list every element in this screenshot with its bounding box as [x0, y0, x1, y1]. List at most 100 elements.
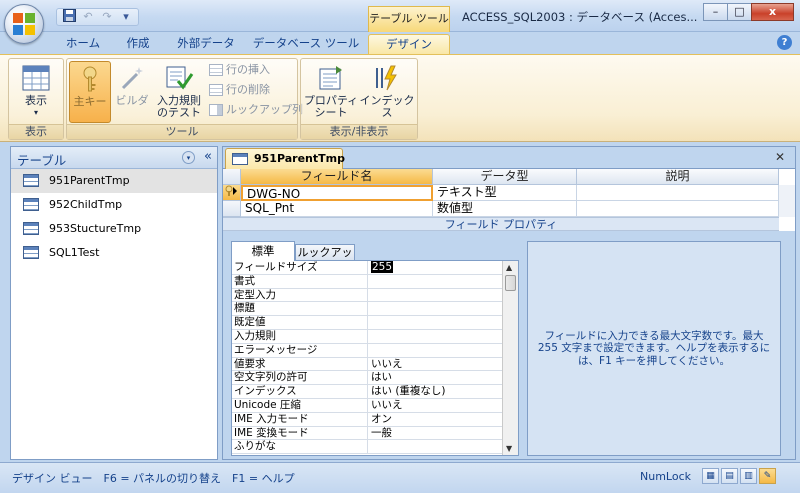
field-grid-scrollbar[interactable] — [778, 185, 795, 217]
pivot-table-view-icon[interactable]: ▤ — [721, 468, 738, 484]
lightning-index-icon — [376, 65, 397, 91]
field-grid: フィールド名 データ型 説明 DWG-NO テキスト型 SQL_Pnt 数値型 — [223, 169, 795, 217]
nav-item-label: 952ChildTmp — [49, 198, 123, 211]
property-row-validation-rule[interactable]: 入力規則 — [232, 329, 518, 344]
nav-item-951parenttmp[interactable]: 951ParentTmp — [11, 169, 217, 193]
design-view-icon[interactable]: ✎ — [759, 468, 776, 484]
access-window: ↶ ↷ ▾ テーブル ツール ACCESS_SQL2003 : データベース (… — [0, 0, 800, 493]
contextual-tab-label: テーブル ツール — [368, 6, 450, 32]
tab-home[interactable]: ホーム — [58, 34, 108, 54]
field-size-value[interactable]: 255 — [371, 261, 394, 273]
nav-title: テーブル — [17, 153, 67, 168]
insert-rows-label: 行の挿入 — [226, 63, 270, 76]
wand-icon — [121, 67, 143, 90]
table-icon — [23, 246, 39, 259]
status-text: デザイン ビュー F6 = パネルの切り替え F1 = ヘルプ — [12, 472, 295, 485]
builder-button[interactable]: ビルダ — [113, 61, 151, 123]
document-tab-951parenttmp[interactable]: 951ParentTmp — [225, 148, 345, 170]
title-bar: ↶ ↷ ▾ テーブル ツール ACCESS_SQL2003 : データベース (… — [0, 0, 800, 32]
ribbon-group-tools: 主キー ビルダ 入力規則 のテスト 行の挿入 行の削除 ルックアップ列 ツール — [66, 58, 303, 140]
primary-key-button[interactable]: 主キー — [69, 61, 111, 123]
lookup-column-button[interactable]: ルックアップ列 — [209, 101, 303, 119]
undo-icon[interactable]: ↶ — [80, 10, 96, 24]
property-row-required[interactable]: 値要求 いいえ — [232, 357, 518, 372]
close-icon[interactable]: ✕ — [775, 150, 785, 164]
table-icon — [23, 222, 39, 235]
close-button[interactable]: x — [751, 3, 794, 21]
quick-access-toolbar: ↶ ↷ ▾ — [56, 8, 139, 26]
numlock-indicator: NumLock — [640, 470, 691, 483]
ribbon-tabs: ホーム 作成 外部データ データベース ツール デザイン ? — [0, 32, 800, 54]
redo-icon[interactable]: ↷ — [99, 10, 115, 24]
insert-rows-icon — [209, 64, 223, 76]
office-button[interactable] — [4, 4, 44, 44]
status-bar: デザイン ビュー F6 = パネルの切り替え F1 = ヘルプ NumLock … — [0, 462, 800, 493]
nav-item-953stucturetmp[interactable]: 953StuctureTmp — [11, 217, 217, 241]
data-type-cell[interactable]: 数値型 — [433, 201, 577, 217]
field-name-cell[interactable]: DWG-NO — [241, 185, 433, 201]
collapse-pane-icon[interactable]: « — [204, 149, 212, 164]
data-type-cell[interactable]: テキスト型 — [433, 185, 577, 201]
minimize-button[interactable]: – — [703, 3, 728, 21]
property-list: フィールドサイズ 255 書式 定型入力 標題 既定値 入力規則 エラーメッセージ… — [231, 260, 519, 456]
view-button[interactable]: 表示 ▾ — [13, 61, 59, 123]
property-list-scrollbar[interactable]: ▲ ▼ — [502, 261, 518, 455]
property-row-default-value[interactable]: 既定値 — [232, 316, 518, 330]
scroll-down-icon[interactable]: ▼ — [506, 444, 512, 453]
property-row-validation-text[interactable]: エラーメッセージ — [232, 343, 518, 358]
column-header-field-name[interactable]: フィールド名 — [241, 169, 433, 185]
property-row-allow-zero-length[interactable]: 空文字列の許可 はい — [232, 371, 518, 386]
nav-item-label: 951ParentTmp — [49, 174, 130, 187]
property-row-format[interactable]: 書式 — [232, 274, 518, 289]
group-label-show-hide: 表示/非表示 — [301, 124, 417, 139]
insert-rows-button[interactable]: 行の挿入 — [209, 61, 270, 79]
document-tab-bar: 951ParentTmp ✕ — [223, 147, 795, 170]
column-header-description[interactable]: 説明 — [577, 169, 779, 185]
property-row-ime-sentence-mode[interactable]: IME 変換モード 一般 — [232, 426, 518, 441]
office-logo-icon — [13, 13, 35, 35]
help-icon[interactable]: ? — [777, 35, 792, 50]
datasheet-view-icon[interactable]: ▦ — [702, 468, 719, 484]
tab-general[interactable]: 標準 — [231, 241, 295, 261]
nav-item-952childtmp[interactable]: 952ChildTmp — [11, 193, 217, 217]
scroll-up-icon[interactable]: ▲ — [506, 263, 512, 272]
tab-external-data[interactable]: 外部データ — [170, 34, 242, 54]
document-tab-label: 951ParentTmp — [254, 152, 345, 165]
maximize-button[interactable]: □ — [727, 3, 752, 21]
property-row-field-size[interactable]: フィールドサイズ 255 — [232, 261, 518, 275]
nav-item-sql1test[interactable]: SQL1Test — [11, 241, 217, 265]
nav-header: テーブル ▾ « — [11, 147, 217, 169]
property-row-ime-mode[interactable]: IME 入力モード オン — [232, 412, 518, 427]
tab-design[interactable]: デザイン — [368, 34, 450, 54]
scroll-thumb[interactable] — [505, 275, 516, 291]
row-selector-2[interactable] — [223, 201, 241, 217]
property-sheet-button[interactable]: プロパティ シート — [303, 61, 359, 123]
delete-rows-button[interactable]: 行の削除 — [209, 81, 270, 99]
indexes-button[interactable]: インデックス — [359, 61, 415, 123]
tab-lookup[interactable]: ルックアップ — [295, 244, 355, 275]
ribbon: 表示 ▾ 表示 主キー ビルダ 入力規則 のテスト 行の挿入 行の削除 ルックア… — [0, 54, 800, 142]
chevron-down-icon[interactable]: ▾ — [182, 151, 195, 164]
primary-key-row-icon — [225, 185, 237, 196]
field-properties-pane: 標準 ルックアップ フィールドサイズ255 書式 定型入力 標題 既定値 入力規… — [223, 231, 795, 459]
view-button-label: 表示 — [25, 94, 47, 107]
group-label-tools: ツール — [67, 124, 297, 139]
test-validation-rules-button[interactable]: 入力規則 のテスト — [153, 61, 205, 123]
description-cell[interactable] — [577, 185, 779, 201]
table-icon — [23, 174, 39, 187]
property-row-caption[interactable]: 標題 — [232, 302, 518, 317]
property-row-indexed[interactable]: インデックス はい (重複なし) — [232, 385, 518, 399]
column-header-data-type[interactable]: データ型 — [433, 169, 577, 185]
builder-label: ビルダ — [115, 94, 149, 107]
tab-create[interactable]: 作成 — [116, 34, 160, 54]
property-row-input-mask[interactable]: 定型入力 — [232, 288, 518, 303]
pivot-chart-view-icon[interactable]: ▥ — [740, 468, 757, 484]
description-cell[interactable] — [577, 201, 779, 217]
tab-database-tools[interactable]: データベース ツール — [252, 34, 360, 54]
customize-qat-icon[interactable]: ▾ — [118, 10, 134, 24]
property-row-unicode-compression[interactable]: Unicode 圧縮 いいえ — [232, 398, 518, 413]
property-row-furigana[interactable]: ふりがな — [232, 440, 518, 455]
field-name-cell[interactable]: SQL_Pnt — [241, 201, 433, 217]
row-selector-1[interactable] — [223, 185, 241, 201]
save-icon[interactable] — [61, 8, 77, 26]
